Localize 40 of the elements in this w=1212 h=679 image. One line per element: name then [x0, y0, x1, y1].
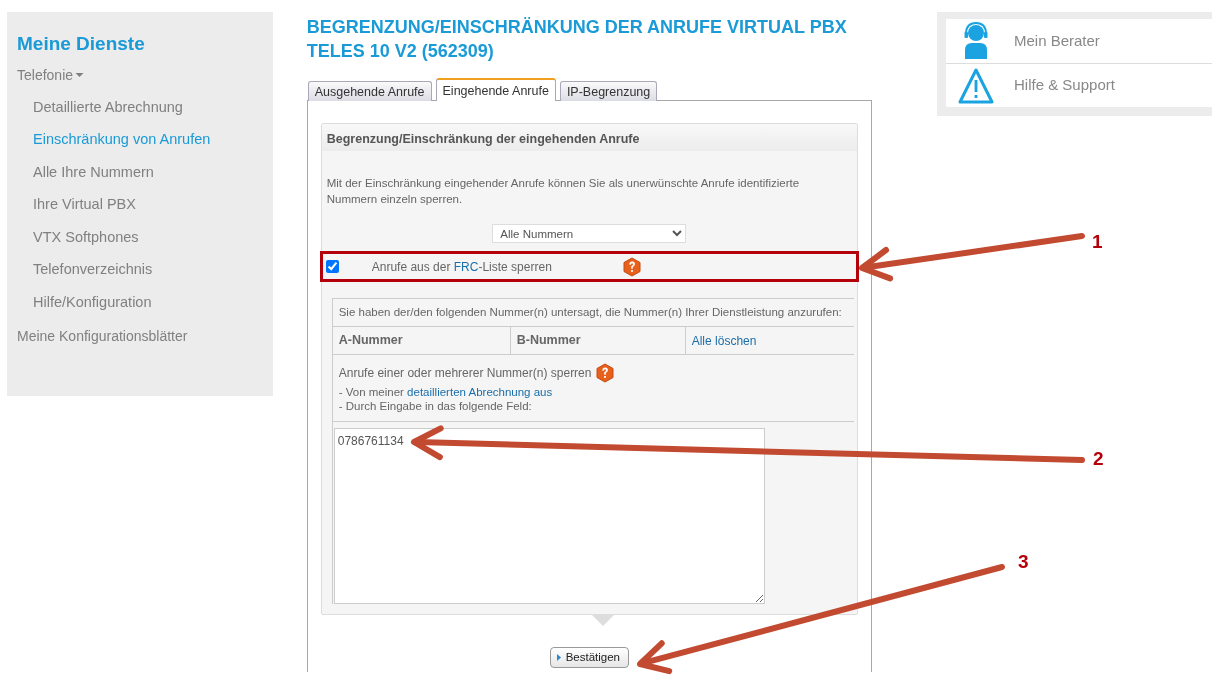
sidebar-subitem[interactable]: Alle Ihre Nummern [17, 155, 263, 188]
warning-icon [958, 66, 994, 105]
tab[interactable]: Ausgehende Anrufe [307, 81, 432, 101]
play-icon [556, 654, 561, 662]
sidebar-item[interactable]: Meine Konfigurationsblätter [17, 326, 188, 347]
confirm-button[interactable]: Bestätigen [549, 647, 630, 669]
help-link[interactable]: Hilfe & Support [1014, 74, 1115, 97]
checkbox-label: Anrufe aus der FRC-Liste sperren [371, 258, 552, 276]
help-icon [595, 363, 616, 383]
instruction-text: - Durch Eingabe in das folgende Feld: [338, 399, 533, 413]
column-header: B-Nummer [510, 327, 686, 354]
intro-text: Mit der Einschränkung eingehender Anrufe können Sie als unerwünschte Anrufe identifizierte Nummern einzeln sperren. [325, 176, 801, 207]
instruction-text: - Von meiner detaillierten Abrechnung aus [338, 385, 554, 399]
sidebar-subitem[interactable]: VTX Softphones [17, 220, 263, 253]
sidebar-item[interactable]: Telefonie [17, 64, 74, 86]
sidebar-subitem[interactable]: Telefonverzeichnis [17, 253, 263, 286]
text-link[interactable]: FRC [453, 259, 479, 274]
sidebar-heading: Meine Dienste [17, 32, 146, 56]
dropdown[interactable]: Alle Nummern [492, 224, 687, 243]
card-title: Begrenzung/Einschränkung der eingehenden Anrufe [321, 124, 857, 151]
checkbox[interactable] [325, 260, 339, 273]
callout-number: 1 [1092, 230, 1103, 254]
number-input[interactable]: 0786761134 [333, 428, 765, 604]
sidebar-subitem[interactable]: Detaillierte Abrechnung [17, 90, 263, 123]
table-caption: Sie haben der/den folgenden Nummer(n) untersagt, die Nummer(n) Ihrer Dienstleistung anzurufen: [337, 304, 843, 320]
caret-icon [75, 72, 85, 78]
column-header: A-Nummer [332, 327, 511, 354]
sidebar-subitem[interactable]: Ihre Virtual PBX [17, 188, 263, 221]
tab[interactable]: IP-Begrenzung [559, 81, 658, 101]
page-title: BEGRENZUNG/EINSCHRÄNKUNG DER ANRUFE VIRTUAL PBX TELES 10 V2 (562309) [306, 16, 848, 63]
help-link[interactable]: Mein Berater [1014, 29, 1100, 53]
tab[interactable]: Eingehende Anrufe [435, 78, 556, 101]
text-link[interactable]: detaillierten Abrechnung aus [407, 386, 553, 398]
sidebar-subitem[interactable]: Hilfe/Konfiguration [17, 285, 263, 318]
section-text: Anrufe einer oder mehrerer Nummer(n) sperren [338, 365, 592, 382]
callout-number: 3 [1018, 550, 1029, 574]
callout-number: 2 [1093, 447, 1104, 471]
delete-all-link[interactable]: Alle löschen [685, 331, 763, 350]
help-icon [621, 256, 642, 277]
sidebar-subitem[interactable]: Einschränkung von Anrufen [17, 123, 263, 156]
